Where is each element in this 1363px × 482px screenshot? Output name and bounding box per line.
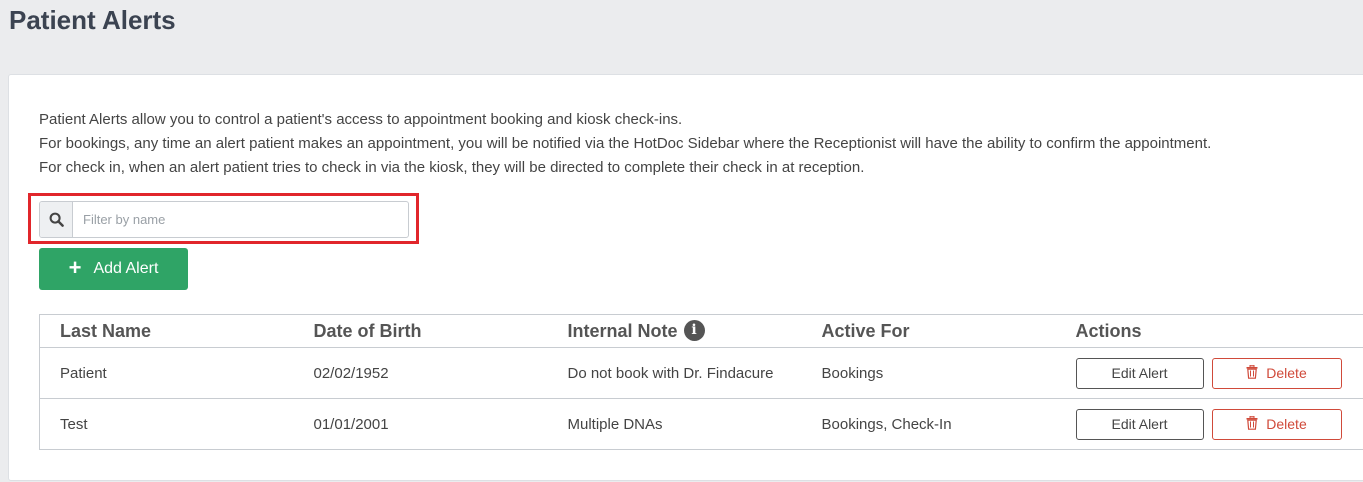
table-header-row: Last Name Date of Birth Internal Note i A… xyxy=(39,314,1363,348)
header-internal-note[interactable]: Internal Note i xyxy=(547,314,802,348)
header-dob[interactable]: Date of Birth xyxy=(293,314,548,348)
plus-icon: + xyxy=(68,255,82,280)
delete-button[interactable]: Delete xyxy=(1211,408,1342,440)
cell-active-for: Bookings, Check-In xyxy=(821,415,952,433)
info-icon[interactable]: i xyxy=(683,319,705,341)
header-actions: Actions xyxy=(1055,314,1363,348)
page-title: Patient Alerts xyxy=(9,5,176,35)
cell-dob: 02/02/1952 xyxy=(293,347,548,399)
trash-icon xyxy=(1246,364,1258,382)
cell-active-for: Bookings xyxy=(801,347,1056,399)
intro-line-3: For check in, when an alert patient trie… xyxy=(39,159,865,176)
search-input[interactable] xyxy=(73,202,408,237)
alerts-panel: Patient Alerts allow you to control a pa… xyxy=(8,74,1363,481)
cell-actions: Edit Alert Delete xyxy=(1055,347,1363,399)
edit-alert-button[interactable]: Edit Alert xyxy=(1075,408,1204,440)
cell-last-name: Test xyxy=(60,415,88,433)
table-row: Patient 02/02/1952 Do not book with Dr. … xyxy=(39,347,1363,399)
trash-icon xyxy=(1246,415,1258,433)
search-group xyxy=(39,201,409,238)
header-internal-note-label: Internal Note xyxy=(567,320,678,341)
add-alert-label: Add Alert xyxy=(93,260,159,277)
edit-alert-button[interactable]: Edit Alert xyxy=(1075,357,1204,389)
header-active-for[interactable]: Active For xyxy=(801,314,1056,348)
intro-line-2: For bookings, any time an alert patient … xyxy=(39,135,1212,152)
delete-label: Delete xyxy=(1266,416,1307,432)
cell-actions: Edit Alert Delete xyxy=(1056,399,1363,450)
header-last-name[interactable]: Last Name xyxy=(39,314,294,348)
add-alert-button[interactable]: + Add Alert xyxy=(39,248,188,290)
delete-button[interactable]: Delete xyxy=(1211,357,1342,389)
cell-dob: 01/01/2001 xyxy=(313,415,389,433)
delete-label: Delete xyxy=(1266,365,1307,381)
cell-last-name: Patient xyxy=(39,347,294,399)
search-icon xyxy=(40,202,73,237)
table-row: Test 01/01/2001 Multiple DNAs Bookings, … xyxy=(40,399,1363,450)
cell-internal-note: Multiple DNAs xyxy=(567,415,663,433)
cell-internal-note: Do not book with Dr. Findacure xyxy=(547,347,802,399)
intro-line-1: Patient Alerts allow you to control a pa… xyxy=(39,111,683,128)
intro-text: Patient Alerts allow you to control a pa… xyxy=(39,108,1211,180)
alerts-table: Last Name Date of Birth Internal Note i A… xyxy=(39,314,1363,450)
